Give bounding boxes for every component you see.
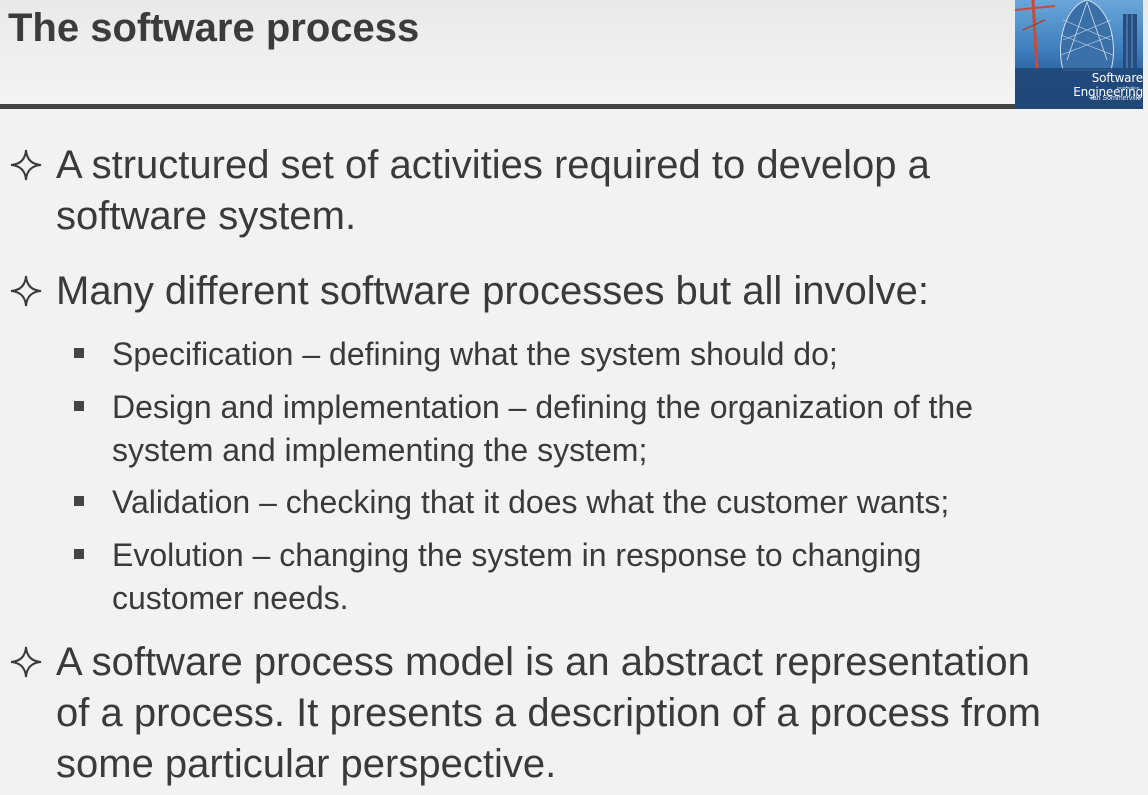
sub-bullet-line: Specification – defining what the system… xyxy=(112,336,838,372)
slide: The software process Software Engineerin… xyxy=(0,0,1148,795)
sub-bullet-line: customer needs. xyxy=(112,580,349,616)
bullet-line: Many different software processes but al… xyxy=(56,269,930,313)
square-bullet-icon xyxy=(74,348,84,358)
book-cover-image: Software Engineering tenth edition Ian S… xyxy=(1015,0,1143,109)
bullet-line: of a process. It presents a description … xyxy=(56,691,1041,735)
title-divider xyxy=(0,104,1016,109)
slide-title: The software process xyxy=(8,6,420,50)
sub-bullet-line: system and implementing the system; xyxy=(112,432,648,468)
cover-edition: tenth edition xyxy=(1117,85,1139,90)
bullet-line: software system. xyxy=(56,194,357,238)
square-bullet-icon xyxy=(74,401,84,411)
bullet-line: A structured set of activities required … xyxy=(56,143,930,187)
sub-bullet-item: Specification – defining what the system… xyxy=(74,333,1112,376)
sub-bullet-item: Design and implementation – defining the… xyxy=(74,386,1112,472)
star-bullet-icon xyxy=(10,275,42,307)
star-bullet-icon xyxy=(10,149,42,181)
square-bullet-icon xyxy=(74,549,84,559)
sub-bullet-item: Evolution – changing the system in respo… xyxy=(74,534,1112,620)
sub-bullet-line: Design and implementation – defining the… xyxy=(112,389,974,425)
square-bullet-icon xyxy=(74,496,84,506)
slide-header: The software process xyxy=(0,0,1148,110)
star-bullet-icon xyxy=(10,646,42,678)
cover-author: Ian Sommerville xyxy=(1090,95,1141,102)
bullet-line: A software process model is an abstract … xyxy=(56,640,1030,684)
sub-bullet-line: Validation – checking that it does what … xyxy=(112,484,950,520)
sub-bullet-item: Validation – checking that it does what … xyxy=(74,481,1112,524)
sub-bullet-line: Evolution – changing the system in respo… xyxy=(112,537,922,573)
bullet-line: some particular perspective. xyxy=(56,742,557,786)
bullet-item: A software process model is an abstract … xyxy=(10,637,1136,790)
bullet-item: A structured set of activities required … xyxy=(10,140,1136,242)
bullet-item: Many different software processes but al… xyxy=(10,266,1136,317)
